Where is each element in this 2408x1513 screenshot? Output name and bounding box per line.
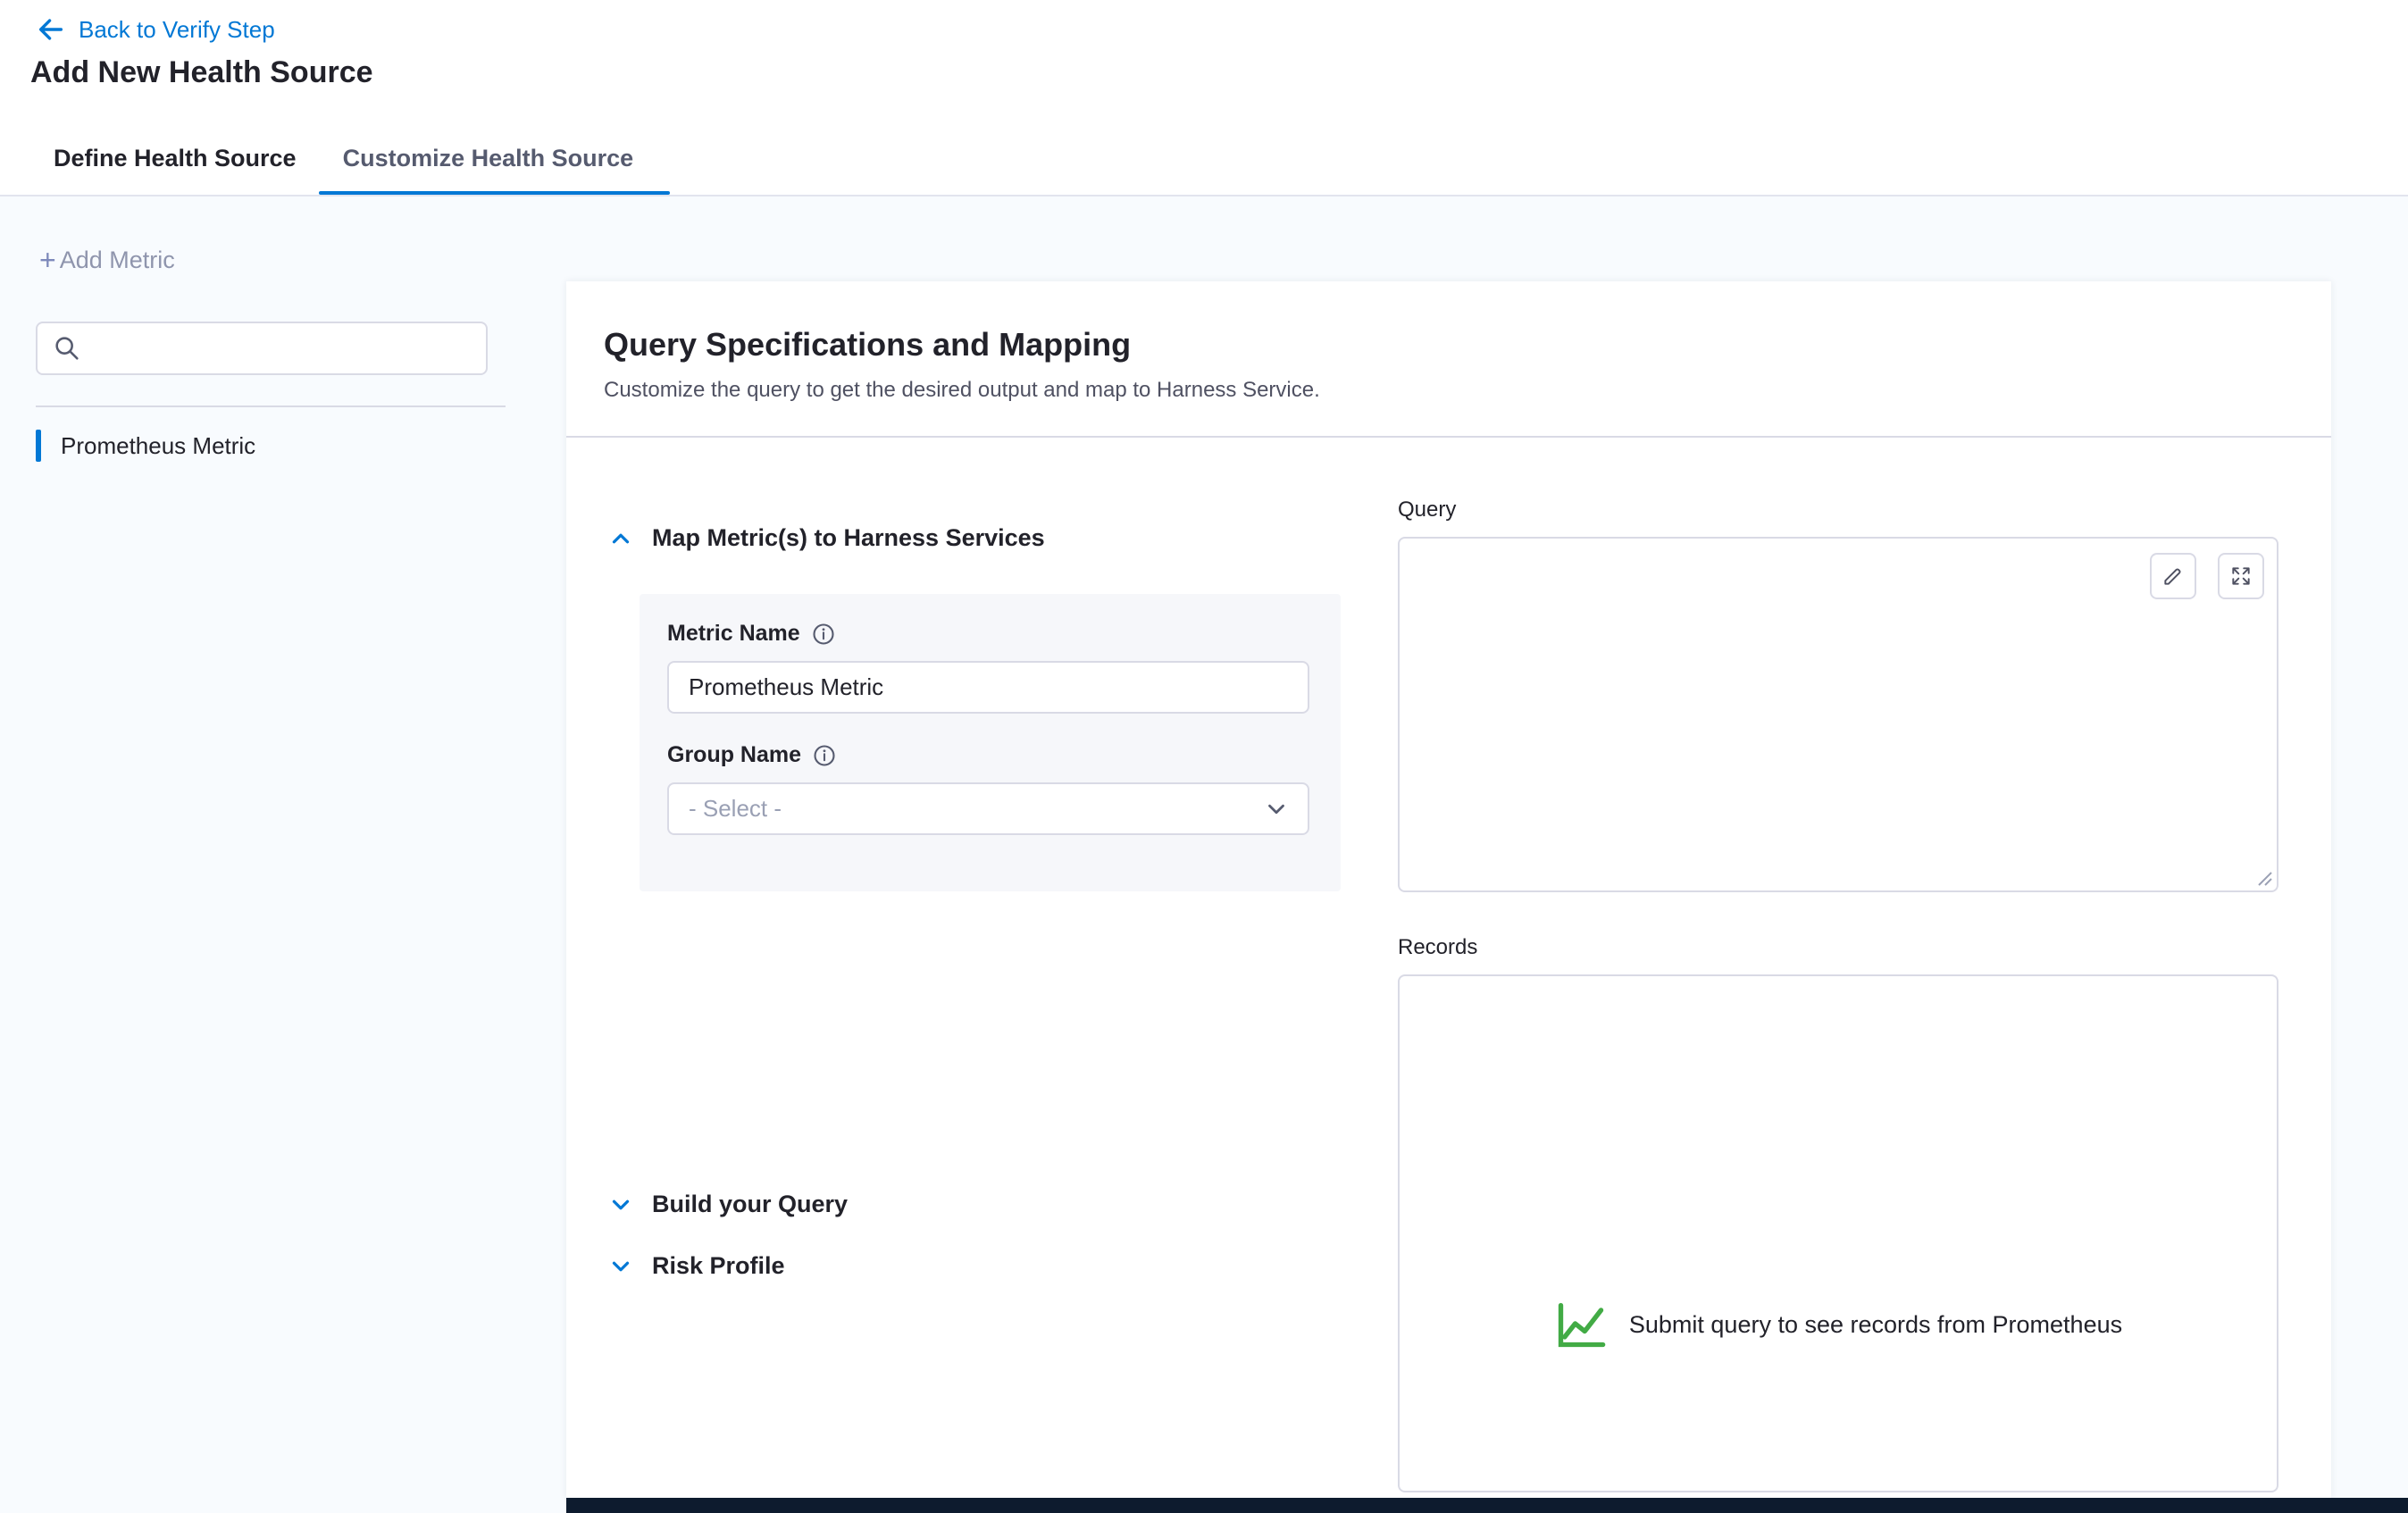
add-metric-button[interactable]: + Add Metric — [39, 247, 175, 274]
chevron-up-icon — [607, 525, 634, 552]
content-area: + Add Metric Prometheus Metric Query Spe… — [0, 196, 2408, 1513]
group-name-label: Group Name — [667, 742, 801, 768]
add-health-source-drawer: Back to Verify Step Add New Health Sourc… — [0, 0, 2408, 1513]
section-build-query[interactable]: Build your Query — [607, 1191, 848, 1218]
metrics-sidebar: + Add Metric Prometheus Metric — [0, 196, 566, 1513]
section-map-metrics-label: Map Metric(s) to Harness Services — [652, 524, 1045, 552]
records-empty-state: Submit query to see records from Prometh… — [1400, 1298, 2277, 1351]
section-map-metrics[interactable]: Map Metric(s) to Harness Services — [607, 524, 1045, 552]
metric-form-panel: Metric Name Group Name — [640, 594, 1341, 891]
expand-query-button[interactable] — [2218, 553, 2264, 599]
resize-handle[interactable] — [2253, 867, 2273, 887]
select-placeholder: - Select - — [689, 795, 782, 823]
expand-icon — [2229, 564, 2253, 588]
pencil-icon — [2161, 564, 2185, 588]
section-risk-profile[interactable]: Risk Profile — [607, 1252, 785, 1280]
search-input[interactable] — [93, 335, 472, 363]
line-chart-icon — [1554, 1298, 1608, 1351]
query-editor[interactable] — [1398, 537, 2278, 892]
metric-name-field-label: Metric Name — [667, 621, 1341, 647]
info-icon[interactable] — [811, 622, 836, 647]
tab-bar: Define Health Source Customize Health So… — [0, 121, 2408, 195]
group-name-field-label: Group Name — [667, 742, 1341, 768]
query-label: Query — [1398, 497, 1456, 522]
metric-list-item[interactable]: Prometheus Metric — [36, 418, 518, 473]
section-risk-profile-label: Risk Profile — [652, 1252, 785, 1280]
selected-indicator — [36, 430, 41, 462]
tab-define-health-source[interactable]: Define Health Source — [54, 121, 297, 195]
sidebar-divider — [36, 405, 506, 407]
chevron-down-icon — [607, 1253, 634, 1280]
card-title: Query Specifications and Mapping — [604, 326, 2331, 364]
card-subtitle: Customize the query to get the desired o… — [604, 378, 2331, 403]
back-arrow-icon — [36, 14, 66, 45]
metric-search — [36, 322, 488, 375]
edit-query-button[interactable] — [2150, 553, 2196, 599]
query-toolbar — [2150, 553, 2264, 599]
group-name-select[interactable]: - Select - — [667, 782, 1309, 835]
plus-icon: + — [39, 248, 56, 272]
records-empty-text: Submit query to see records from Prometh… — [1629, 1311, 2122, 1339]
info-icon[interactable] — [812, 743, 837, 768]
back-link-label: Back to Verify Step — [79, 16, 275, 44]
tab-customize-health-source[interactable]: Customize Health Source — [343, 121, 634, 195]
records-label: Records — [1398, 935, 1477, 960]
query-mapping-card: Query Specifications and Mapping Customi… — [566, 281, 2331, 1498]
search-icon — [52, 333, 82, 364]
header: Back to Verify Step Add New Health Sourc… — [0, 0, 2408, 196]
card-header: Query Specifications and Mapping Customi… — [566, 281, 2331, 438]
section-build-query-label: Build your Query — [652, 1191, 848, 1218]
metric-name-label: Metric Name — [667, 621, 800, 647]
page-title: Add New Health Source — [30, 55, 373, 90]
chevron-down-icon — [607, 1191, 634, 1218]
footer-strip — [566, 1498, 2408, 1513]
metric-item-label: Prometheus Metric — [61, 432, 255, 460]
add-metric-label: Add Metric — [60, 247, 175, 274]
chevron-down-icon — [1263, 796, 1290, 823]
records-panel: Submit query to see records from Prometh… — [1398, 974, 2278, 1492]
back-link[interactable]: Back to Verify Step — [36, 14, 275, 45]
metric-name-input[interactable] — [667, 661, 1309, 714]
